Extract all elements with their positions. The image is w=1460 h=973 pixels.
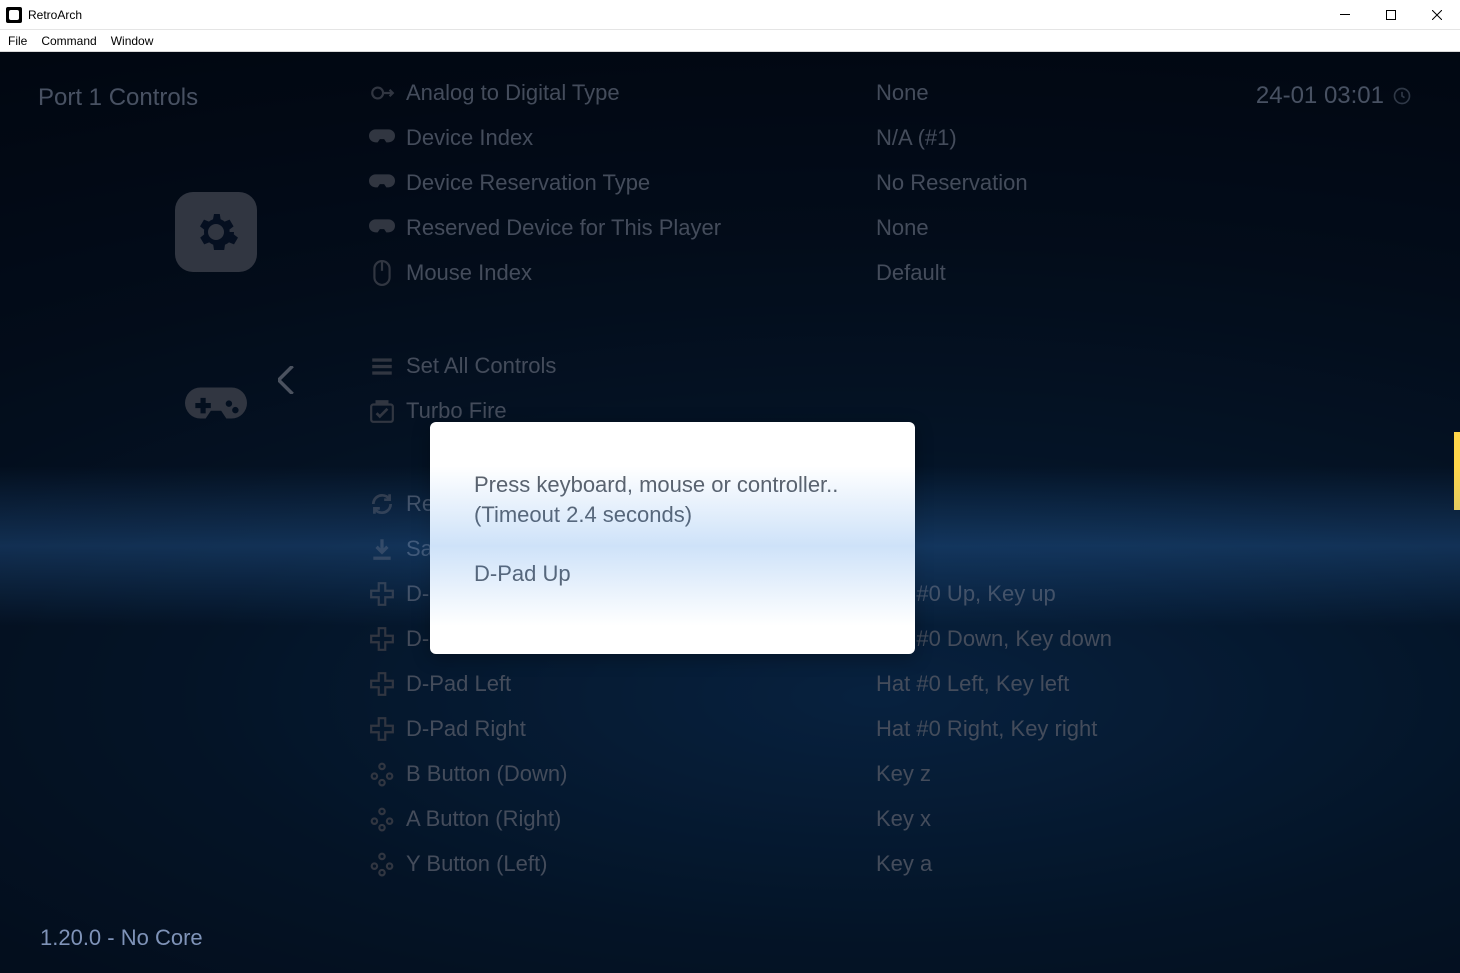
menu-window[interactable]: Window [111,34,154,48]
window-close-button[interactable] [1414,0,1460,30]
app-icon [6,7,22,23]
window-maximize-button[interactable] [1368,0,1414,30]
dialog-line1: Press keyboard, mouse or controller.. [474,470,871,500]
menu-file[interactable]: File [8,34,27,48]
window-title: RetroArch [28,8,82,22]
dialog-target: D-Pad Up [474,559,871,589]
version-text: 1.20.0 - No Core [40,925,203,951]
window-titlebar: RetroArch [0,0,1460,30]
app-viewport: Port 1 Controls 24-01 03:01 Analog to Di… [0,52,1460,973]
menu-command[interactable]: Command [41,34,96,48]
menubar: File Command Window [0,30,1460,52]
scroll-indicator [1454,432,1460,510]
input-bind-dialog: Press keyboard, mouse or controller.. (T… [430,422,915,654]
window-minimize-button[interactable] [1322,0,1368,30]
dialog-line2: (Timeout 2.4 seconds) [474,500,871,530]
